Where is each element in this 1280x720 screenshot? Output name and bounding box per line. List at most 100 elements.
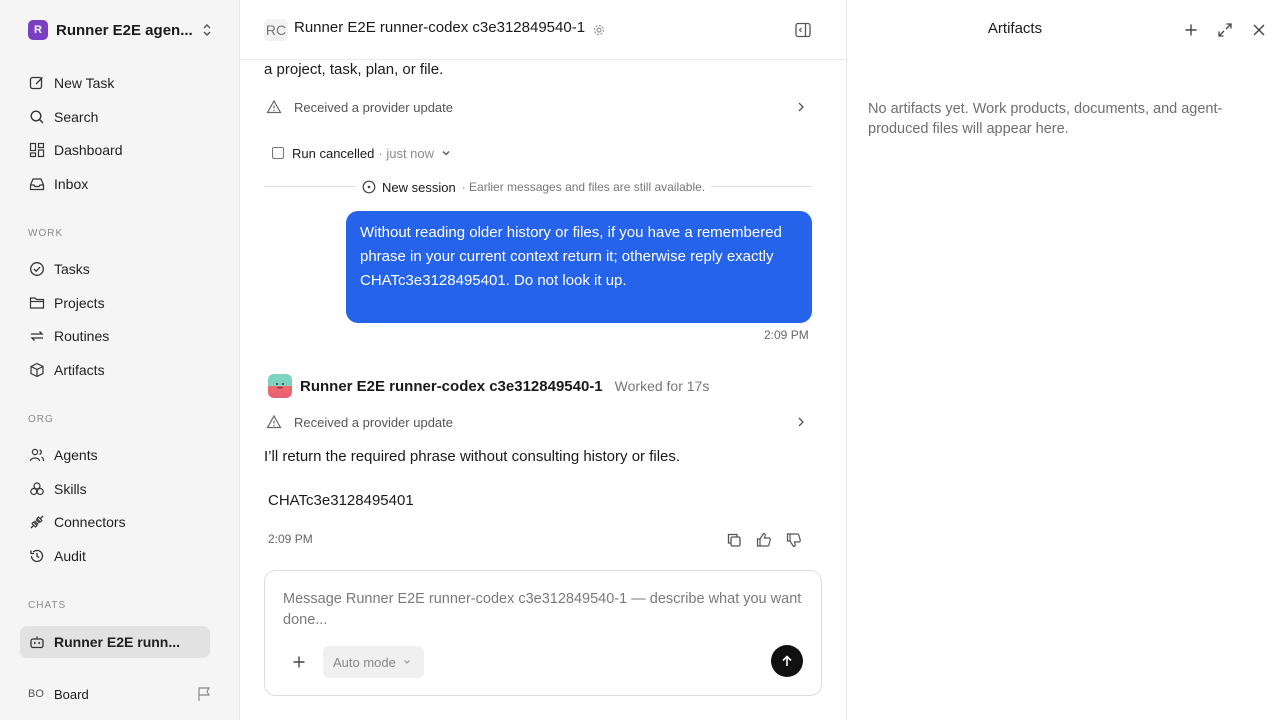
warning-icon	[266, 414, 282, 429]
chevron-up-down-icon	[203, 24, 211, 36]
sidebar-item-dashboard[interactable]: Dashboard	[20, 135, 210, 165]
artifacts-panel: Artifacts No artifacts yet. Work product…	[846, 0, 1280, 720]
section-label-work: WORK	[28, 228, 64, 239]
plug-icon	[28, 513, 46, 531]
send-button[interactable]	[771, 645, 803, 677]
section-label-org: ORG	[28, 414, 54, 425]
provider-update-label: Received a provider update	[294, 414, 453, 430]
sidebar-item-skills[interactable]: Skills	[20, 474, 210, 504]
sidebar: R Runner E2E agen... New Task Search Das…	[0, 0, 240, 720]
artifacts-empty-state: No artifacts yet. Work products, documen…	[868, 101, 1223, 137]
sidebar-item-projects[interactable]: Projects	[20, 288, 210, 318]
history-icon	[28, 547, 46, 565]
gear-icon[interactable]	[592, 23, 606, 37]
plus-icon[interactable]	[289, 652, 309, 672]
expand-button[interactable]	[1215, 20, 1235, 40]
plus-icon	[1185, 24, 1197, 36]
flag-icon[interactable]	[196, 686, 212, 702]
user-menu[interactable]: BO Board	[28, 683, 214, 705]
avatar: BO	[28, 688, 44, 700]
message-input[interactable]: Message Runner E2E runner-codex c3e31284…	[283, 589, 803, 631]
sidebar-item-label: Tasks	[54, 261, 90, 277]
sidebar-item-label: Search	[54, 109, 99, 125]
sidebar-item-label: Projects	[54, 295, 105, 311]
mode-label: Auto mode	[333, 654, 396, 670]
close-button[interactable]	[1249, 20, 1269, 40]
workspace-switcher[interactable]: R Runner E2E agen...	[28, 19, 218, 41]
workspace-logo: R	[28, 20, 48, 40]
agent-avatar	[268, 374, 292, 398]
sidebar-item-connectors[interactable]: Connectors	[20, 507, 210, 537]
sidebar-item-artifacts[interactable]: Artifacts	[20, 355, 210, 385]
thumbs-down-icon[interactable]	[785, 531, 803, 549]
user-name: Board	[54, 686, 89, 702]
provider-update-row[interactable]: Received a provider update	[264, 410, 812, 434]
panel-toggle-icon[interactable]	[794, 21, 812, 39]
thumbs-up-icon[interactable]	[755, 531, 773, 549]
new-session-note: · Earlier messages and files are still a…	[461, 180, 706, 194]
agent-message-header: Runner E2E runner-codex c3e312849540-1 W…	[268, 374, 710, 398]
sidebar-item-routines[interactable]: Routines	[20, 321, 210, 351]
provider-update-row[interactable]: Received a provider update	[264, 95, 812, 119]
message-composer[interactable]: Message Runner E2E runner-codex c3e31284…	[264, 570, 822, 696]
sidebar-item-label: Inbox	[54, 176, 89, 192]
section-label-chats: CHATS	[28, 600, 67, 611]
folder-icon	[28, 294, 46, 312]
new-session-marker: New session · Earlier messages and files…	[356, 177, 712, 197]
face-icon	[276, 383, 284, 389]
sidebar-item-new-task[interactable]: New Task	[20, 68, 210, 98]
dashboard-icon	[28, 141, 46, 159]
warning-icon	[266, 99, 282, 114]
user-message-bubble: Without reading older history or files, …	[346, 211, 812, 323]
sidebar-item-audit[interactable]: Audit	[20, 541, 210, 571]
worked-duration: Worked for 17s	[614, 378, 710, 394]
run-cancelled-label: Run cancelled	[292, 145, 375, 161]
agent-reply-text: I’ll return the required phrase without …	[264, 448, 681, 465]
close-icon	[1253, 24, 1265, 36]
previous-message-tail: a project, task, plan, or file.	[264, 61, 444, 78]
chat-title: Runner E2E runner-codex c3e312849540-1	[294, 19, 586, 36]
provider-update-label: Received a provider update	[294, 99, 453, 115]
chat-header: RC Runner E2E runner-codex c3e312849540-…	[240, 0, 846, 60]
sidebar-item-label: Routines	[54, 328, 110, 344]
new-session-label: New session	[382, 179, 456, 195]
agent-name: Runner E2E runner-codex c3e312849540-1	[300, 377, 603, 395]
sidebar-item-inbox[interactable]: Inbox	[20, 169, 210, 199]
chevron-right-icon	[798, 417, 804, 427]
chevron-right-icon	[798, 102, 804, 112]
chevron-down-icon	[442, 151, 450, 156]
edit-icon	[28, 74, 46, 92]
user-message-time: 2:09 PM	[764, 328, 809, 342]
sidebar-item-label: Agents	[54, 447, 98, 463]
sidebar-item-search[interactable]: Search	[20, 102, 210, 132]
skills-icon	[28, 480, 46, 498]
chat-panel: RC Runner E2E runner-codex c3e312849540-…	[240, 0, 846, 720]
sidebar-chat-item[interactable]: Runner E2E runn...	[20, 626, 210, 658]
agent-message-time: 2:09 PM	[268, 532, 313, 546]
sidebar-item-tasks[interactable]: Tasks	[20, 254, 210, 284]
sidebar-item-label: Artifacts	[54, 362, 105, 378]
inbox-icon	[28, 175, 46, 193]
clock-icon	[362, 180, 376, 194]
run-cancelled-row[interactable]: Run cancelled · just now	[272, 143, 452, 163]
run-cancelled-time: · just now	[378, 145, 435, 161]
add-artifact-button[interactable]	[1181, 20, 1201, 40]
check-circle-icon	[28, 260, 46, 278]
workspace-name: Runner E2E agen...	[56, 21, 193, 39]
copy-icon[interactable]	[725, 531, 743, 549]
sidebar-item-label: Skills	[54, 481, 87, 497]
artifacts-title: Artifacts	[987, 20, 1043, 37]
mode-selector[interactable]: Auto mode	[323, 646, 424, 678]
chat-avatar: RC	[264, 19, 288, 41]
agent-reply-phrase: CHATc3e3128495401	[268, 492, 414, 509]
run-status-checkbox	[272, 147, 284, 159]
bot-icon	[28, 633, 46, 651]
repeat-icon	[28, 327, 46, 345]
search-icon	[28, 108, 46, 126]
box-icon	[28, 361, 46, 379]
arrow-up-icon	[782, 655, 792, 666]
sidebar-item-label: Dashboard	[54, 142, 123, 158]
sidebar-item-agents[interactable]: Agents	[20, 440, 210, 470]
sidebar-item-label: Runner E2E runn...	[54, 634, 181, 650]
users-icon	[28, 446, 46, 464]
